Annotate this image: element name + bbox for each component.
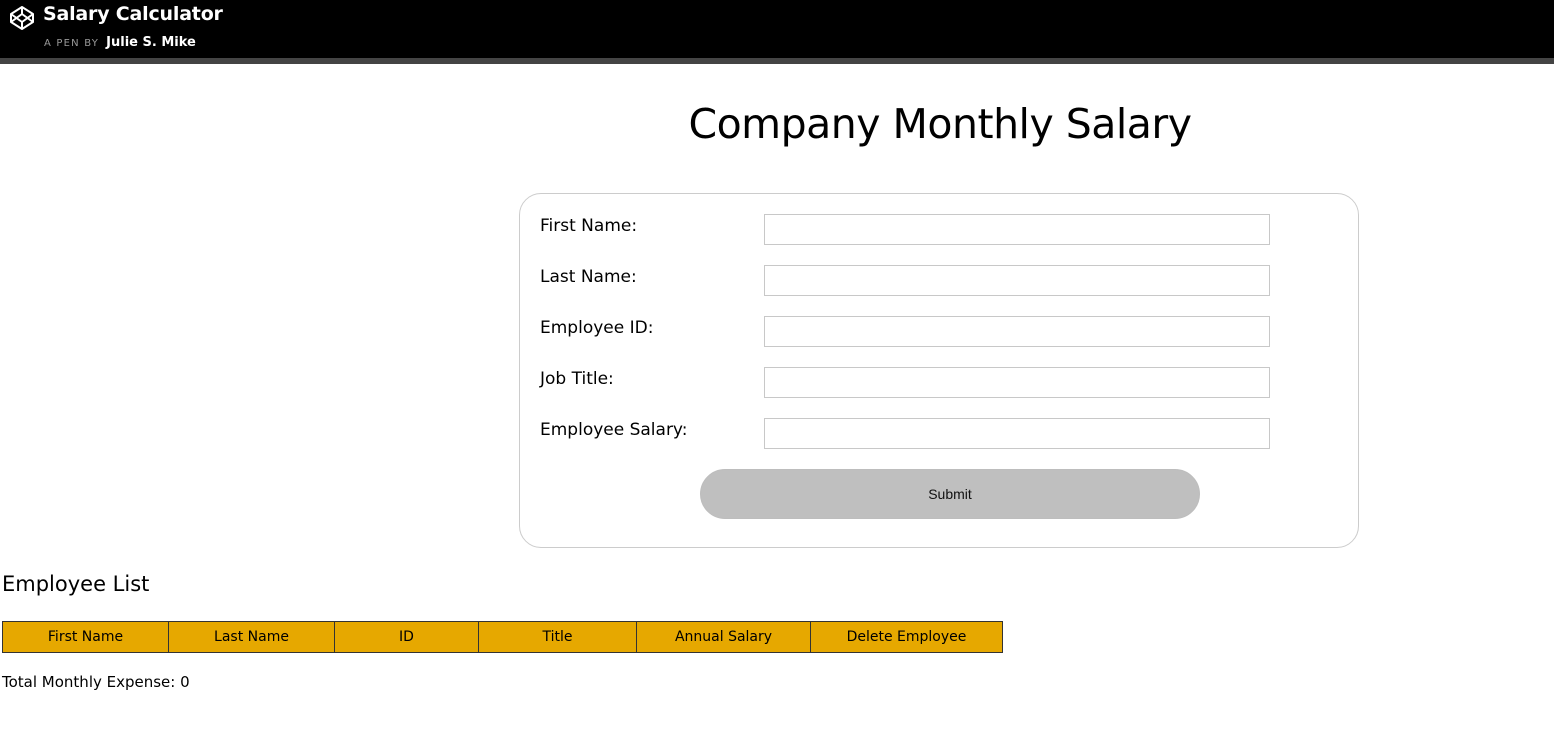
author-link[interactable]: Julie S. Mike: [106, 35, 196, 50]
pen-byline: A PEN BY Julie S. Mike: [44, 31, 196, 50]
employee-salary-row: Employee Salary:: [540, 418, 1270, 449]
job-title-row: Job Title:: [540, 367, 1270, 398]
last-name-input[interactable]: [764, 265, 1270, 296]
employee-list-title: Employee List: [2, 572, 150, 596]
employee-form: First Name: Last Name: Employee ID: Job …: [519, 193, 1359, 548]
table-header-row: First Name Last Name ID Title Annual Sal…: [2, 621, 1003, 653]
employee-table: First Name Last Name ID Title Annual Sal…: [2, 621, 1003, 653]
page-title: Company Monthly Salary: [688, 100, 1192, 148]
first-name-input[interactable]: [764, 214, 1270, 245]
codepen-logo-icon[interactable]: [9, 5, 35, 31]
column-header-delete-employee: Delete Employee: [810, 621, 1003, 653]
employee-id-row: Employee ID:: [540, 316, 1270, 347]
employee-salary-label: Employee Salary:: [540, 420, 688, 440]
last-name-row: Last Name:: [540, 265, 1270, 296]
column-header-title: Title: [478, 621, 637, 653]
submit-button[interactable]: Submit: [700, 469, 1200, 519]
column-header-first-name: First Name: [2, 621, 169, 653]
employee-salary-input[interactable]: [764, 418, 1270, 449]
column-header-id: ID: [334, 621, 479, 653]
employee-id-input[interactable]: [764, 316, 1270, 347]
byline-prefix: A PEN BY: [44, 38, 100, 49]
last-name-label: Last Name:: [540, 267, 637, 287]
column-header-annual-salary: Annual Salary: [636, 621, 811, 653]
codepen-header: Salary Calculator A PEN BY Julie S. Mike: [0, 0, 1554, 64]
job-title-label: Job Title:: [540, 369, 614, 389]
column-header-last-name: Last Name: [168, 621, 335, 653]
first-name-row: First Name:: [540, 214, 1270, 245]
employee-id-label: Employee ID:: [540, 318, 654, 338]
job-title-input[interactable]: [764, 367, 1270, 398]
first-name-label: First Name:: [540, 216, 638, 236]
total-monthly-expense: Total Monthly Expense: 0: [2, 673, 190, 691]
pen-title: Salary Calculator: [43, 3, 223, 25]
